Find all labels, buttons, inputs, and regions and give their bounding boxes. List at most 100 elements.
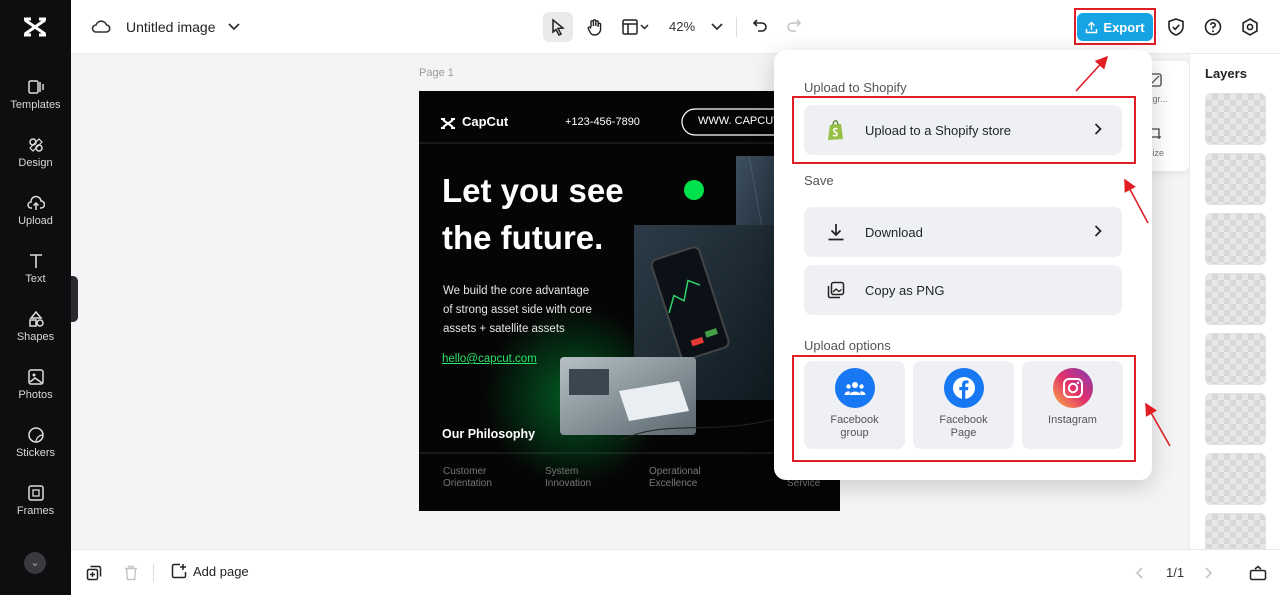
redo-button[interactable] — [782, 14, 806, 38]
layout-menu-button[interactable] — [618, 12, 654, 42]
layer-thumb[interactable] — [1205, 513, 1266, 549]
add-page-label: Add page — [193, 563, 249, 579]
shopify-section-title: Upload to Shopify — [804, 80, 907, 95]
sidebar-item-stickers[interactable]: Stickers — [0, 426, 71, 476]
green-dot — [684, 180, 704, 200]
chevron-left-icon — [1135, 567, 1143, 579]
sidebar-item-label: Shapes — [16, 331, 55, 343]
upload-options-title: Upload options — [804, 338, 891, 353]
add-page-button[interactable]: Add page — [171, 563, 249, 579]
sidebar-item-label: Stickers — [15, 447, 56, 459]
sidebar-item-label: Frames — [16, 505, 55, 517]
undo-button[interactable] — [748, 14, 772, 38]
poster-footer-3: Operational Excellence — [649, 466, 701, 489]
sidebar-item-shapes[interactable]: Shapes — [0, 310, 71, 360]
help-icon — [1204, 18, 1222, 36]
layer-thumb[interactable] — [1205, 213, 1266, 265]
stickers-icon — [27, 427, 44, 443]
export-icon — [1086, 21, 1098, 33]
sidebar-item-label: Photos — [18, 389, 53, 401]
sidebar-item-design[interactable]: Design — [0, 136, 71, 186]
copy-png-option[interactable]: Copy as PNG — [804, 265, 1122, 315]
zoom-level[interactable]: 42% — [669, 19, 695, 34]
delete-page-button[interactable] — [121, 563, 141, 583]
panel-toggle-icon — [1249, 565, 1267, 581]
export-label: Export — [1103, 19, 1145, 35]
poster-brand: CapCut — [462, 114, 509, 129]
poster-headline-1: Let you see — [442, 172, 624, 209]
gear-icon — [1242, 18, 1258, 36]
sidebar-item-label: Text — [25, 273, 46, 285]
shield-button[interactable] — [1165, 16, 1187, 38]
design-icon — [28, 138, 43, 152]
poster-phone: +123-456-7890 — [565, 116, 640, 128]
redo-icon — [787, 19, 802, 32]
sidebar-item-upload[interactable]: Upload — [0, 194, 71, 244]
templates-icon — [27, 80, 44, 94]
poster-body-2: of strong asset side with core — [443, 304, 592, 316]
sidebar-item-label: Upload — [18, 215, 53, 227]
layer-thumb[interactable] — [1205, 93, 1266, 145]
download-icon — [824, 220, 848, 244]
save-section-title: Save — [804, 173, 834, 188]
copy-png-label: Copy as PNG — [865, 282, 945, 298]
photos-icon — [27, 369, 44, 385]
top-toolbar: Untitled image 42% Export — [71, 0, 1280, 54]
upload-cloud-icon — [26, 195, 45, 210]
trash-icon — [125, 565, 137, 581]
select-tool-button[interactable] — [543, 12, 573, 42]
prev-page-button[interactable] — [1129, 563, 1149, 583]
export-button[interactable]: Export — [1077, 13, 1153, 41]
poster-footer-1: Customer Orientation — [443, 466, 492, 489]
page-counter: 1/1 — [1166, 565, 1185, 580]
chevron-down-icon[interactable] — [226, 17, 242, 37]
shapes-icon — [28, 310, 44, 327]
bottom-divider — [153, 564, 154, 582]
hand-icon — [587, 19, 602, 36]
poster-logo-icon — [441, 118, 455, 129]
frames-icon — [27, 485, 44, 501]
chevron-right-icon — [1205, 567, 1213, 579]
add-page-icon — [171, 563, 187, 579]
capcut-logo-icon[interactable] — [22, 16, 48, 38]
settings-button[interactable] — [1239, 16, 1261, 38]
bottom-toolbar: Add page 1/1 — [71, 549, 1280, 595]
cloud-save-icon[interactable] — [91, 17, 111, 37]
poster-website: WWW. CAPCUT. — [698, 115, 782, 127]
collapse-panel-button[interactable] — [1247, 563, 1269, 583]
left-sidebar: Templates Design Upload Text Shapes Phot… — [0, 0, 71, 595]
poster-email: hello@capcut.com — [442, 353, 537, 365]
layer-thumb[interactable] — [1205, 393, 1266, 445]
sidebar-item-label: Design — [18, 157, 53, 169]
chevron-right-icon — [1094, 224, 1102, 240]
layers-title: Layers — [1205, 66, 1247, 81]
next-page-button[interactable] — [1199, 563, 1219, 583]
cursor-icon — [552, 18, 565, 36]
layer-thumb[interactable] — [1205, 333, 1266, 385]
layer-thumb[interactable] — [1205, 453, 1266, 505]
sidebar-item-frames[interactable]: Frames — [0, 484, 71, 534]
expand-more-icon[interactable]: ⌄ — [24, 552, 46, 574]
duplicate-page-button[interactable] — [84, 563, 104, 583]
help-button[interactable] — [1202, 16, 1224, 38]
highlight-box — [792, 96, 1136, 164]
sidebar-item-photos[interactable]: Photos — [0, 368, 71, 418]
sidebar-item-templates[interactable]: Templates — [0, 78, 71, 128]
layer-thumb[interactable] — [1205, 153, 1266, 205]
poster-body-1: We build the core advantage — [443, 285, 590, 297]
sidebar-item-label: Templates — [10, 99, 61, 111]
layout-icon — [622, 19, 649, 35]
highlight-box — [792, 355, 1136, 462]
download-option[interactable]: Download — [804, 207, 1122, 257]
undo-icon — [752, 19, 767, 32]
page-label: Page 1 — [419, 67, 454, 79]
layers-panel: Layers — [1189, 54, 1280, 549]
zoom-chevron-down-icon[interactable] — [709, 17, 725, 37]
document-title[interactable]: Untitled image — [126, 19, 216, 35]
sidebar-collapse-handle[interactable] — [71, 276, 78, 322]
duplicate-icon — [86, 565, 102, 581]
sidebar-item-text[interactable]: Text — [0, 252, 71, 302]
poster-footer-2: System Innovation — [545, 466, 592, 489]
layer-thumb[interactable] — [1205, 273, 1266, 325]
hand-tool-button[interactable] — [580, 12, 610, 42]
